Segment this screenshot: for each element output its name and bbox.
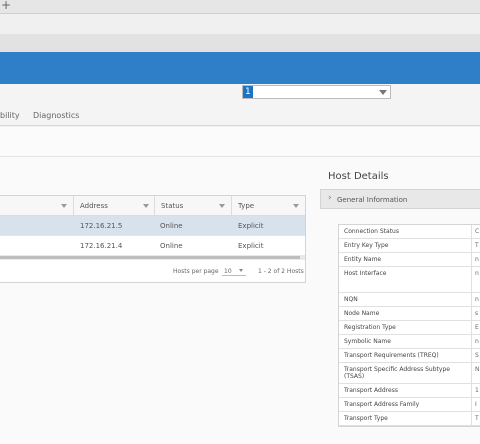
tab-diagnostics[interactable]: Diagnostics bbox=[33, 111, 79, 120]
filter-icon[interactable] bbox=[61, 204, 67, 208]
table-row[interactable]: 172.16.21.4 Online Explicit bbox=[0, 235, 305, 255]
general-information-label: General Information bbox=[337, 196, 408, 204]
chevron-down-icon[interactable] bbox=[379, 90, 387, 95]
detail-value: n bbox=[471, 253, 480, 266]
detail-row: Symbolic Name n bbox=[339, 335, 480, 349]
tab-bar: bility Diagnostics bbox=[0, 106, 480, 126]
detail-value: T bbox=[471, 239, 480, 252]
detail-value: S bbox=[471, 349, 480, 362]
hosts-per-page-select[interactable]: 10 bbox=[222, 265, 246, 276]
table-row[interactable]: 172.16.21.5 Online Explicit bbox=[0, 216, 305, 236]
column-header-address[interactable]: Address bbox=[73, 196, 154, 216]
detail-key: Transport Address Family bbox=[344, 401, 420, 408]
target-select-row bbox=[0, 84, 480, 106]
detail-key: Transport Address bbox=[344, 387, 398, 394]
hosts-grid: Address Status Type 172.16.21.5 Online E… bbox=[0, 195, 306, 283]
hosts-per-page-value: 10 bbox=[224, 268, 232, 275]
content-header-band bbox=[0, 127, 480, 157]
detail-row: Entity Name n bbox=[339, 253, 480, 267]
detail-value: I bbox=[471, 398, 480, 411]
detail-key: Transport Specific Address Subtype (TSAS… bbox=[344, 366, 450, 380]
detail-value: n bbox=[471, 267, 480, 292]
filter-icon[interactable] bbox=[143, 204, 149, 208]
browser-toolbar bbox=[0, 34, 480, 52]
target-select[interactable]: 1 bbox=[242, 85, 391, 99]
detail-key: Entry Key Type bbox=[344, 242, 389, 249]
browser-address-area bbox=[0, 14, 480, 34]
detail-key: Registration Type bbox=[344, 324, 396, 331]
filter-icon[interactable] bbox=[219, 204, 225, 208]
detail-row: Connection Status C bbox=[339, 225, 480, 239]
detail-key: Host Interface bbox=[344, 270, 387, 277]
detail-key: Transport Requirements (TREQ) bbox=[344, 352, 439, 359]
host-details-title: Host Details bbox=[328, 171, 389, 182]
detail-key: Node Name bbox=[344, 310, 380, 317]
browser-tab-strip: + bbox=[0, 0, 480, 14]
detail-row: Entry Key Type T bbox=[339, 239, 480, 253]
detail-value: n bbox=[471, 293, 480, 306]
general-information-accordion[interactable]: › General Information bbox=[320, 189, 480, 209]
detail-row: Registration Type E bbox=[339, 321, 480, 335]
host-details-table: Connection Status C Entry Key Type T Entit… bbox=[338, 224, 480, 427]
detail-value: T bbox=[471, 412, 480, 425]
tab-availability[interactable]: bility bbox=[0, 111, 20, 120]
detail-value: n bbox=[471, 335, 480, 348]
app-header-bar bbox=[0, 52, 480, 84]
status-cell: Online bbox=[160, 222, 183, 230]
detail-value: C bbox=[471, 225, 480, 238]
detail-value: N bbox=[471, 363, 480, 383]
detail-key: Connection Status bbox=[344, 228, 399, 235]
detail-row: Transport Requirements (TREQ) S bbox=[339, 349, 480, 363]
detail-value: s bbox=[471, 307, 480, 320]
detail-row: Transport Specific Address Subtype (TSAS… bbox=[339, 363, 480, 384]
detail-row: Transport Address 1 bbox=[339, 384, 480, 398]
type-cell: Explicit bbox=[238, 222, 264, 230]
scrollbar-thumb[interactable] bbox=[0, 256, 300, 259]
new-tab-icon[interactable]: + bbox=[1, 0, 11, 12]
detail-row: NQN n bbox=[339, 293, 480, 307]
type-cell: Explicit bbox=[238, 242, 264, 250]
detail-key: Entity Name bbox=[344, 256, 382, 263]
status-cell: Online bbox=[160, 242, 183, 250]
detail-row: Host Interface n bbox=[339, 267, 480, 293]
detail-row: Transport Address Family I bbox=[339, 398, 480, 412]
chevron-right-icon[interactable]: › bbox=[328, 193, 332, 203]
hosts-count: 1 - 2 of 2 Hosts bbox=[258, 268, 304, 275]
address-cell: 172.16.21.4 bbox=[80, 242, 123, 250]
hosts-per-page-label: Hosts per page bbox=[173, 268, 219, 275]
address-cell: 172.16.21.5 bbox=[80, 222, 123, 230]
detail-row: Node Name s bbox=[339, 307, 480, 321]
detail-key: Transport Type bbox=[344, 415, 388, 422]
detail-value: E bbox=[471, 321, 480, 334]
filter-icon[interactable] bbox=[293, 204, 299, 208]
chevron-down-icon[interactable] bbox=[239, 269, 243, 272]
target-select-value: 1 bbox=[243, 86, 253, 98]
detail-key: NQN bbox=[344, 296, 358, 303]
detail-key: Symbolic Name bbox=[344, 338, 391, 345]
detail-value: 1 bbox=[471, 384, 480, 397]
grid-header: Address Status Type bbox=[0, 196, 305, 216]
grid-footer: Hosts per page 10 1 - 2 of 2 Hosts bbox=[0, 260, 305, 282]
detail-row: Transport Type T bbox=[339, 412, 480, 426]
